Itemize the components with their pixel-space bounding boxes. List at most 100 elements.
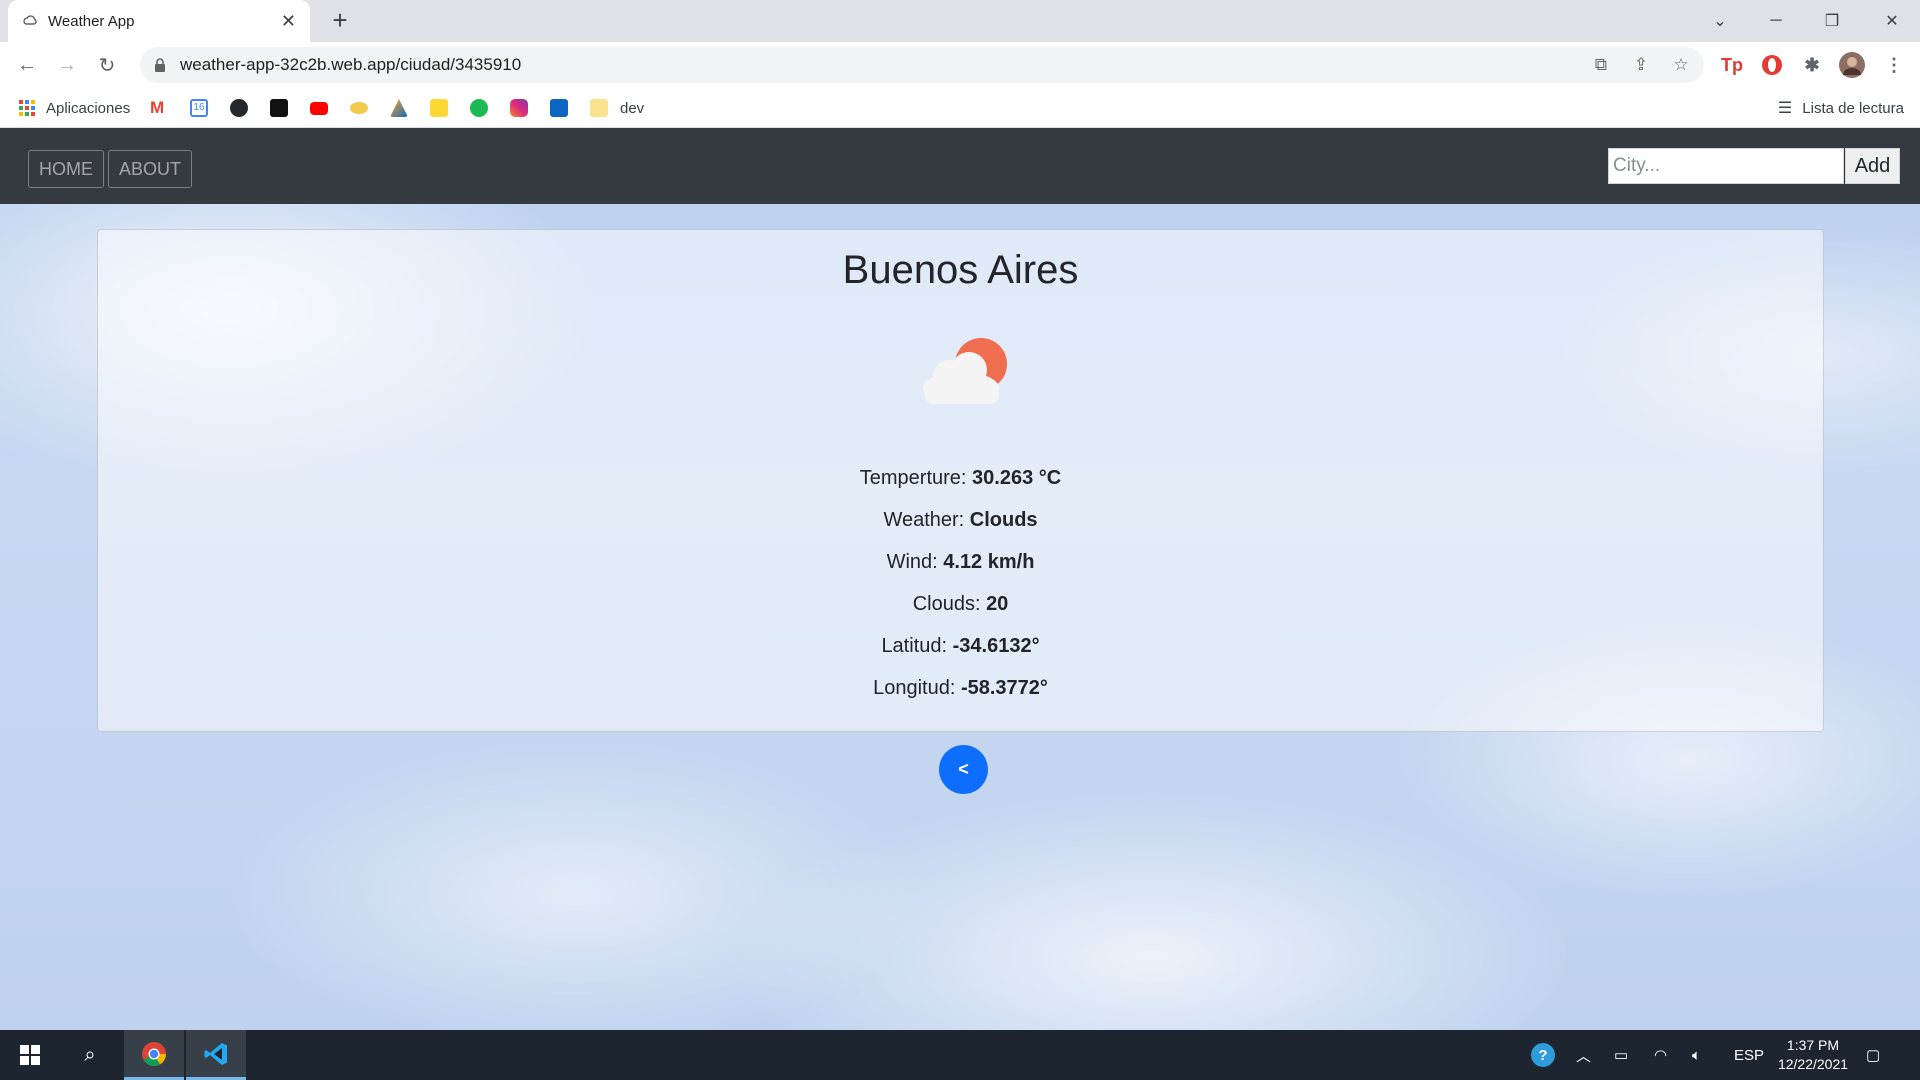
- taskbar-chrome[interactable]: [124, 1030, 184, 1080]
- back-nav-button[interactable]: ←: [12, 50, 42, 80]
- longitude-value: -58.3772°: [960, 677, 1048, 699]
- url-text: weather-app-32c2b.web.app/ciudad/3435910: [180, 55, 522, 74]
- notification-center-icon[interactable]: ▢: [1866, 1030, 1880, 1080]
- translate-icon[interactable]: ⧉: [1588, 52, 1614, 78]
- linkedin-icon: [550, 99, 568, 117]
- reload-button[interactable]: ↻: [92, 50, 122, 80]
- spotify-icon: [470, 99, 488, 117]
- weather-row: Weather: Clouds: [98, 509, 1823, 532]
- extension-opera-icon[interactable]: [1758, 51, 1786, 79]
- latitude-value: -34.6132°: [952, 635, 1040, 657]
- tray-expand-icon[interactable]: ︿: [1576, 1030, 1591, 1080]
- bookmark-star-icon[interactable]: ☆: [1668, 52, 1694, 78]
- network-icon[interactable]: ◠: [1654, 1030, 1667, 1080]
- address-bar-row: ← → ↻ weather-app-32c2b.web.app/ciudad/3…: [0, 42, 1920, 88]
- city-detail-card: Buenos Aires Temperture: 30.263 °C Weath…: [97, 229, 1824, 732]
- wind-value: 4.12 km/h: [943, 551, 1035, 573]
- clouds-row: Clouds: 20: [98, 593, 1823, 616]
- city-search-input[interactable]: [1608, 148, 1844, 184]
- windows-taskbar: ⌕ ? ︿ ▭ ◠ 🔈︎ ESP 1:37 PM 12/22/2021 ▢: [0, 1030, 1920, 1080]
- tab-title: Weather App: [48, 12, 135, 30]
- gmail-icon: M: [150, 98, 165, 117]
- bowl-icon: [350, 102, 368, 114]
- temperature-value: 30.263 °C: [972, 467, 1062, 489]
- youtube-icon: [310, 101, 328, 115]
- forward-nav-button[interactable]: →: [52, 50, 82, 80]
- pna-icon: [390, 99, 408, 117]
- browser-tab-bar: Weather App ✕ + ⌄ ─ ❐ ✕: [0, 0, 1920, 42]
- latitude-row: Latitud: -34.6132°: [98, 635, 1823, 658]
- longitude-label: Longitud:: [873, 677, 956, 699]
- github-icon: [230, 99, 248, 117]
- bookmark-calendar[interactable]: 16: [190, 98, 208, 118]
- bookmark-spotify[interactable]: [470, 98, 488, 118]
- taskbar-clock[interactable]: 1:37 PM 12/22/2021: [1768, 1036, 1858, 1074]
- hackernoon-icon: [270, 99, 288, 117]
- vscode-icon: [204, 1042, 227, 1065]
- bookmark-linkedin[interactable]: [550, 98, 568, 118]
- bookmark-folder-dev[interactable]: dev: [590, 98, 644, 118]
- add-city-button[interactable]: Add: [1845, 148, 1900, 184]
- instagram-icon: [510, 99, 528, 117]
- extensions-puzzle-icon[interactable]: ✱: [1798, 51, 1826, 79]
- nav-about-link[interactable]: ABOUT: [108, 150, 193, 188]
- bookmark-youtube[interactable]: [310, 98, 328, 118]
- bookmark-hackernoon[interactable]: [270, 98, 288, 118]
- bookmark-github[interactable]: [230, 98, 248, 118]
- bookmark-pna[interactable]: [390, 98, 408, 118]
- restore-button[interactable]: ❐: [1804, 0, 1860, 42]
- wind-label: Wind:: [886, 551, 938, 573]
- extension-tp-icon[interactable]: Tp: [1718, 51, 1746, 79]
- reading-list-label: Lista de lectura: [1802, 99, 1904, 117]
- wind-row: Wind: 4.12 km/h: [98, 551, 1823, 574]
- start-button[interactable]: [0, 1030, 60, 1080]
- clock-time: 1:37 PM: [1786, 1037, 1840, 1053]
- cloud-sun-icon: [909, 330, 1019, 410]
- lock-icon: [154, 58, 166, 72]
- bookmark-instagram[interactable]: [510, 98, 528, 118]
- reading-list-button[interactable]: ☰ Lista de lectura: [1778, 98, 1904, 118]
- windows-logo-icon: [20, 1045, 40, 1065]
- bookmarks-bar: Aplicaciones M 16 dev ☰ Lista de lectura: [0, 88, 1920, 128]
- tab-search-icon[interactable]: ⌄: [1692, 0, 1748, 42]
- chrome-menu-icon[interactable]: ⋮: [1880, 51, 1908, 79]
- bookmark-apps[interactable]: Aplicaciones: [18, 98, 130, 118]
- latitude-label: Latitud:: [881, 635, 948, 657]
- weather-value: Clouds: [969, 509, 1038, 531]
- clouds-label: Clouds:: [912, 593, 981, 615]
- page-viewport: HOME ABOUT Add Buenos Aires Temperture: …: [0, 128, 1920, 1030]
- bookmark-gmail[interactable]: M: [150, 98, 164, 118]
- taskbar-vscode[interactable]: [186, 1030, 246, 1080]
- language-indicator[interactable]: ESP: [1734, 1030, 1764, 1080]
- profile-avatar[interactable]: [1838, 51, 1866, 79]
- share-icon[interactable]: ⇪: [1628, 52, 1654, 78]
- calendar-icon: 16: [190, 99, 208, 117]
- nav-home-link[interactable]: HOME: [28, 150, 104, 188]
- temperature-row: Temperture: 30.263 °C: [98, 467, 1823, 490]
- minimize-button[interactable]: ─: [1748, 0, 1804, 42]
- svg-text:?: ?: [1538, 1047, 1547, 1064]
- battery-icon[interactable]: ▭: [1614, 1030, 1628, 1080]
- browser-tab[interactable]: Weather App ✕: [8, 0, 310, 42]
- reading-list-icon: ☰: [1777, 100, 1793, 117]
- tab-close-icon[interactable]: ✕: [281, 11, 296, 32]
- chrome-icon: [142, 1041, 166, 1066]
- taskbar-search-icon[interactable]: ⌕: [60, 1030, 120, 1080]
- apps-label: Aplicaciones: [46, 99, 131, 117]
- clock-date: 12/22/2021: [1777, 1056, 1849, 1072]
- folder-label: dev: [620, 99, 645, 117]
- close-window-button[interactable]: ✕: [1864, 0, 1920, 42]
- bookmark-yellow[interactable]: [350, 98, 368, 118]
- omnibox[interactable]: weather-app-32c2b.web.app/ciudad/3435910: [140, 47, 1704, 83]
- bookmark-yellow-square[interactable]: [430, 98, 448, 118]
- back-button[interactable]: <: [939, 745, 988, 794]
- temperature-label: Temperture:: [859, 467, 967, 489]
- app-navbar: HOME ABOUT Add: [0, 128, 1920, 204]
- clouds-value: 20: [986, 593, 1009, 615]
- city-name-heading: Buenos Aires: [842, 248, 1079, 292]
- volume-icon[interactable]: 🔈︎: [1692, 1030, 1701, 1080]
- tab-favicon-icon: [22, 13, 38, 29]
- tray-help-icon[interactable]: ?: [1530, 1030, 1556, 1080]
- weather-label: Weather:: [883, 509, 965, 531]
- new-tab-button[interactable]: +: [326, 7, 354, 35]
